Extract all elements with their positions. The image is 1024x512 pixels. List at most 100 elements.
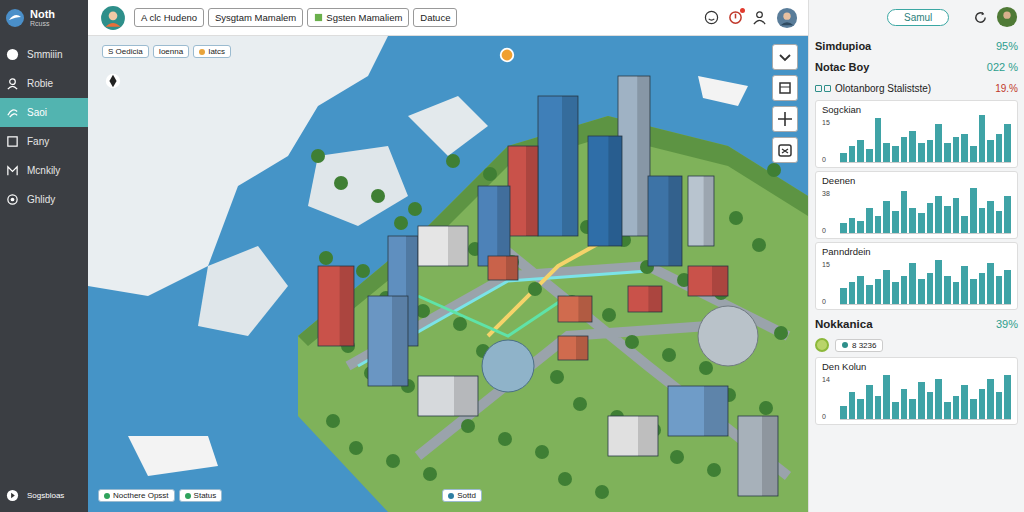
chart-bar[interactable]	[970, 279, 977, 304]
chart-bar[interactable]	[892, 211, 899, 233]
map-status-pill[interactable]: Status	[179, 489, 223, 502]
chart-bar[interactable]	[953, 282, 960, 304]
map-status-pill[interactable]: Nocthere Opsst	[98, 489, 175, 502]
notifications[interactable]	[728, 10, 743, 25]
map-legend-item[interactable]: Ioenna	[153, 45, 189, 58]
sidebar-item[interactable]: Saoi	[0, 98, 88, 127]
chart-bar[interactable]	[840, 223, 847, 233]
sidebar-item[interactable]: Robie	[0, 69, 88, 98]
chart-bar[interactable]	[883, 201, 890, 233]
sidebar-item[interactable]: Mcnkily	[0, 156, 88, 185]
chart-bar[interactable]	[849, 282, 856, 304]
chart-bar[interactable]	[918, 213, 925, 233]
profile-avatar-icon[interactable]	[776, 7, 798, 29]
sidebar-item[interactable]: Fany	[0, 127, 88, 156]
chart-bar[interactable]	[927, 140, 934, 162]
chart-bar[interactable]	[944, 206, 951, 233]
chart-bar[interactable]	[918, 143, 925, 162]
chart-bar[interactable]	[987, 140, 994, 162]
chart-bar[interactable]	[996, 211, 1003, 233]
chart-bar[interactable]	[901, 389, 908, 419]
chart-bar[interactable]	[909, 399, 916, 419]
chart-bar[interactable]	[979, 389, 986, 419]
chart-bar[interactable]	[935, 379, 942, 419]
chart-bar[interactable]	[944, 143, 951, 162]
chart-bar[interactable]	[857, 399, 864, 419]
chart-bar[interactable]	[857, 221, 864, 233]
sidebar-footer[interactable]: Sogsbloas	[0, 483, 88, 512]
chart-bar[interactable]	[875, 118, 882, 162]
chart-bar[interactable]	[970, 399, 977, 419]
map-tool-icon[interactable]	[772, 137, 798, 163]
tab[interactable]: Datuce	[413, 8, 457, 27]
chart-bar[interactable]	[970, 146, 977, 162]
chart-bar[interactable]	[840, 406, 847, 419]
sub-pill[interactable]: 8 3236	[835, 339, 883, 352]
sidebar-item[interactable]: Ghlidy	[0, 185, 88, 214]
chart-bar[interactable]	[979, 115, 986, 162]
map-pin-icon[interactable]	[104, 72, 122, 90]
chart-bar[interactable]	[987, 379, 994, 419]
panel-avatar-icon[interactable]	[996, 6, 1018, 28]
chart-bar[interactable]	[892, 282, 899, 304]
chart-bar[interactable]	[866, 285, 873, 304]
chart-bar[interactable]	[909, 263, 916, 304]
chart-bar[interactable]	[953, 137, 960, 162]
chart-bar[interactable]	[1004, 375, 1011, 419]
chart-bar[interactable]	[840, 153, 847, 162]
map-legend-item[interactable]: Iatcs	[193, 45, 231, 58]
chart-bar[interactable]	[927, 392, 934, 419]
chart-bar[interactable]	[953, 198, 960, 233]
chart-bar[interactable]	[996, 276, 1003, 304]
chart-bar[interactable]	[996, 134, 1003, 162]
chart-bar[interactable]	[849, 392, 856, 419]
chart-bar[interactable]	[849, 218, 856, 233]
chart-bar[interactable]	[935, 124, 942, 162]
chart-bar[interactable]	[1004, 270, 1011, 304]
map-legend-item[interactable]: S Oedicia	[102, 45, 149, 58]
map-center-pill[interactable]: Sottd	[442, 489, 482, 502]
chart-bar[interactable]	[909, 131, 916, 162]
chart-bar[interactable]	[953, 396, 960, 420]
chart-bar[interactable]	[961, 216, 968, 233]
chart-bar[interactable]	[918, 279, 925, 304]
chart-bar[interactable]	[961, 385, 968, 419]
refresh-icon[interactable]	[973, 10, 988, 25]
avatar-icon[interactable]	[100, 5, 126, 31]
chart-bar[interactable]	[866, 385, 873, 419]
chart-bar[interactable]	[979, 208, 986, 233]
chart-bar[interactable]	[918, 382, 925, 419]
chart-bar[interactable]	[909, 208, 916, 233]
chart-bar[interactable]	[1004, 196, 1011, 233]
chart-bar[interactable]	[970, 188, 977, 233]
chart-bar[interactable]	[935, 260, 942, 304]
chevron-down-icon[interactable]	[772, 44, 798, 70]
chart-bar[interactable]	[979, 273, 986, 304]
chart-bar[interactable]	[892, 402, 899, 419]
chart-bar[interactable]	[866, 208, 873, 233]
chart-bar[interactable]	[883, 270, 890, 304]
chart-bar[interactable]	[866, 149, 873, 162]
chart-bar[interactable]	[901, 191, 908, 233]
tab[interactable]: Sgsten Mamaliem	[307, 8, 409, 27]
chart-bar[interactable]	[1004, 124, 1011, 162]
tab[interactable]: Sysgtam Mamalem	[208, 8, 303, 27]
chart-bar[interactable]	[875, 279, 882, 304]
move-icon[interactable]	[772, 106, 798, 132]
chart-bar[interactable]	[901, 137, 908, 162]
chart-bar[interactable]	[875, 216, 882, 233]
user-icon[interactable]	[752, 10, 767, 25]
chart-bar[interactable]	[857, 276, 864, 304]
map-marker-icon[interactable]	[498, 46, 516, 64]
chart-bar[interactable]	[944, 402, 951, 419]
chart-bar[interactable]	[849, 146, 856, 162]
chart-bar[interactable]	[927, 203, 934, 233]
sidebar-item[interactable]: Smmiiin	[0, 40, 88, 69]
panel-button[interactable]: Samul	[887, 9, 949, 26]
smiley-icon[interactable]	[704, 10, 719, 25]
chart-bar[interactable]	[961, 134, 968, 162]
chart-bar[interactable]	[857, 140, 864, 162]
chart-bar[interactable]	[875, 396, 882, 420]
chart-bar[interactable]	[892, 146, 899, 162]
chart-bar[interactable]	[927, 273, 934, 304]
